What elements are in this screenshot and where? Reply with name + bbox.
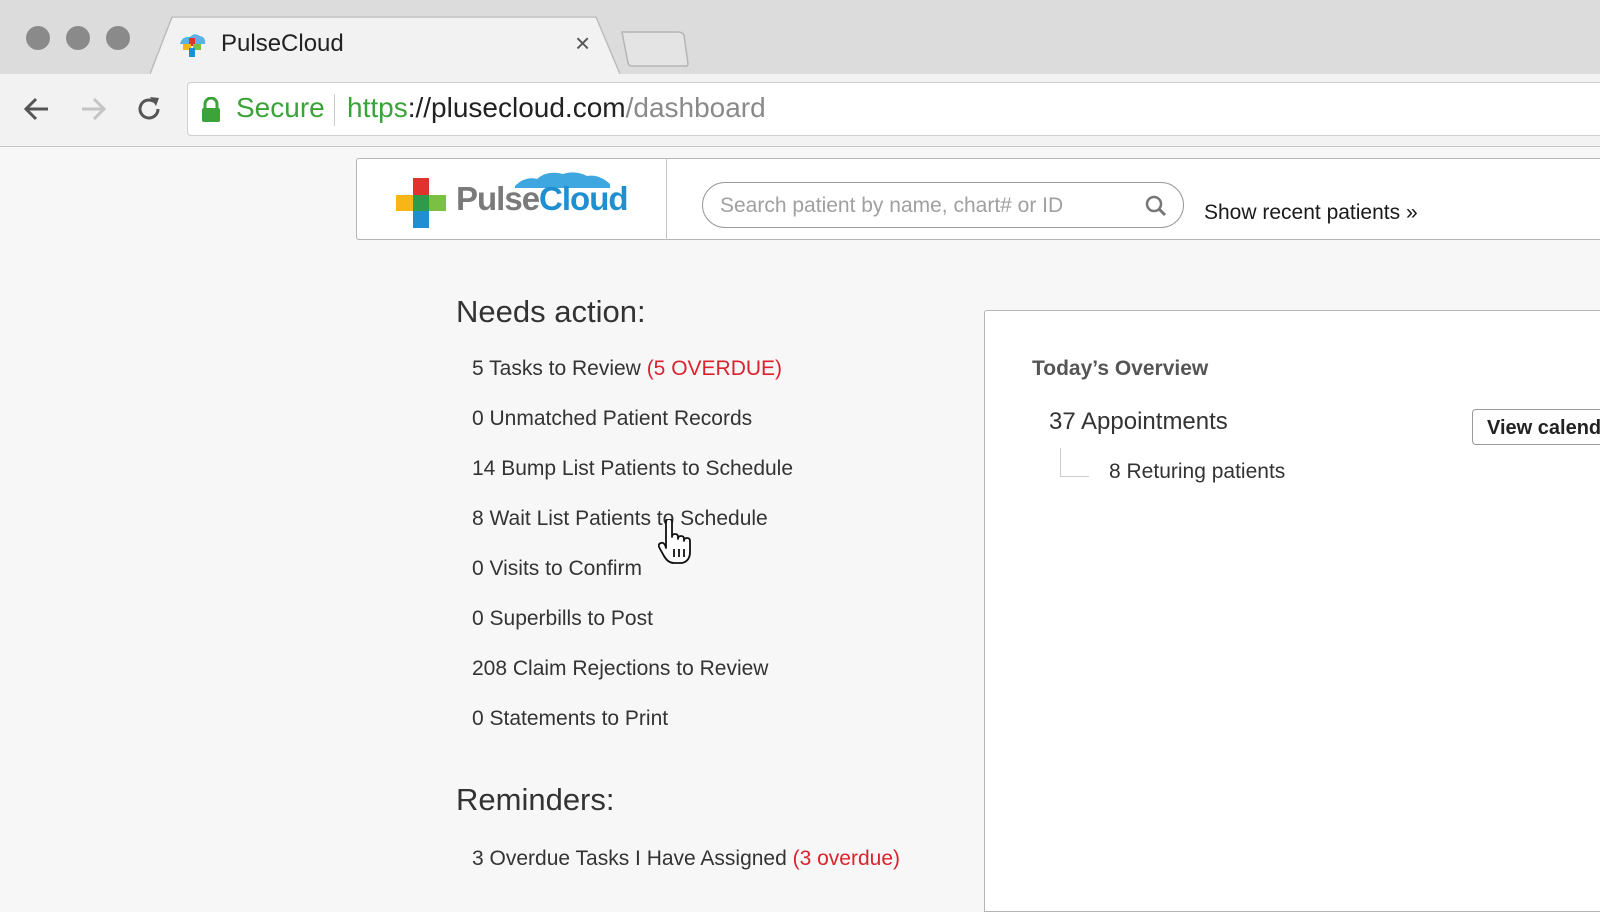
reminders-title: Reminders: bbox=[456, 782, 615, 817]
reminder-item-label: 3 Overdue Tasks I Have Assigned bbox=[472, 847, 793, 870]
action-item-bump-list[interactable]: 14 Bump List Patients to Schedule bbox=[472, 457, 793, 481]
action-item-statements[interactable]: 0 Statements to Print bbox=[472, 707, 668, 731]
logo-text-cloud: Cloud bbox=[539, 180, 628, 217]
window-minimize-button[interactable] bbox=[66, 26, 90, 50]
overdue-badge: (3 overdue) bbox=[792, 847, 901, 870]
search-placeholder: Search patient by name, chart# or ID bbox=[720, 194, 1064, 217]
view-calendar-button[interactable]: View calendar bbox=[1472, 409, 1600, 445]
action-item-wait-list[interactable]: 8 Wait List Patients to Schedule bbox=[472, 507, 768, 531]
action-item-visits-to-confirm[interactable]: 0 Visits to Confirm bbox=[472, 557, 642, 581]
url-path: /dashboard bbox=[625, 92, 766, 123]
action-item-label: 5 Tasks to Review bbox=[472, 357, 647, 380]
hand-pointer-cursor-icon bbox=[658, 519, 691, 564]
action-item-unmatched-records[interactable]: 0 Unmatched Patient Records bbox=[472, 407, 752, 431]
lock-icon bbox=[202, 97, 220, 122]
reload-icon[interactable] bbox=[134, 94, 164, 124]
pulsecloud-favicon-icon bbox=[180, 34, 206, 57]
appointments-count[interactable]: 37 Appointments bbox=[1049, 408, 1228, 436]
returning-patients-count[interactable]: 8 Returing patients bbox=[1109, 460, 1285, 484]
tab-close-icon[interactable]: × bbox=[575, 30, 590, 56]
logo-text: PulseCloud bbox=[456, 180, 629, 218]
url-scheme: https bbox=[347, 92, 408, 123]
overdue-badge: (5 OVERDUE) bbox=[646, 357, 783, 380]
action-item-claim-rejections[interactable]: 208 Claim Rejections to Review bbox=[472, 657, 768, 681]
show-recent-patients-link[interactable]: Show recent patients » bbox=[1204, 201, 1418, 225]
search-icon[interactable] bbox=[1145, 195, 1167, 217]
secure-label: Secure bbox=[236, 92, 325, 123]
action-item-superbills[interactable]: 0 Superbills to Post bbox=[472, 607, 653, 631]
tree-connector bbox=[1060, 448, 1089, 477]
new-tab-button[interactable] bbox=[620, 31, 690, 67]
action-item-tasks-to-review[interactable]: 5 Tasks to Review (5 OVERDUE) bbox=[472, 357, 782, 381]
reminder-item-overdue-tasks[interactable]: 3 Overdue Tasks I Have Assigned (3 overd… bbox=[472, 847, 900, 871]
window-zoom-button[interactable] bbox=[106, 26, 130, 50]
url-separator bbox=[334, 94, 335, 126]
logo-text-pulse: Pulse bbox=[456, 180, 540, 217]
url-host: ://plusecloud.com bbox=[407, 92, 626, 123]
todays-overview-panel bbox=[984, 310, 1600, 912]
back-arrow-icon[interactable] bbox=[22, 94, 52, 124]
overview-title: Today’s Overview bbox=[1032, 357, 1209, 380]
url-text[interactable]: https://plusecloud.com/dashboard bbox=[347, 92, 766, 124]
forward-arrow-icon[interactable] bbox=[78, 94, 108, 124]
needs-action-title: Needs action: bbox=[456, 294, 646, 329]
window-close-button[interactable] bbox=[26, 26, 50, 50]
pulsecloud-logo-icon bbox=[396, 178, 446, 228]
tab-title: PulseCloud bbox=[221, 30, 344, 57]
